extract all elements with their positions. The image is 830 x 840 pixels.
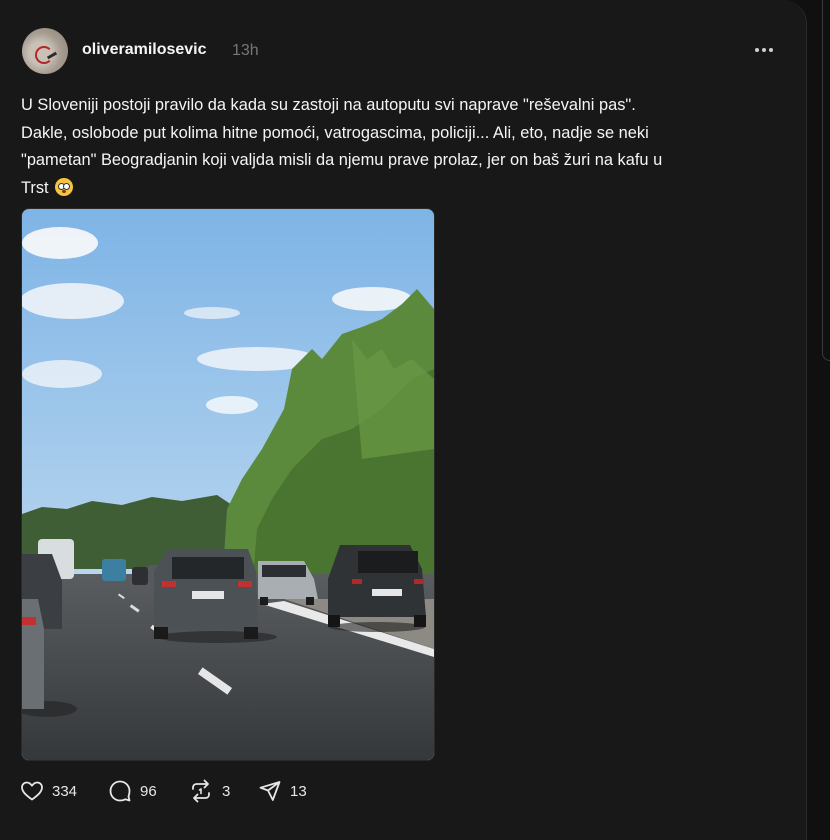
- repost-button[interactable]: 3: [188, 778, 230, 804]
- heart-icon: [21, 781, 43, 801]
- repost-count: 3: [222, 782, 231, 800]
- post-username[interactable]: oliveramilosevic: [82, 41, 207, 59]
- share-button[interactable]: 13: [258, 778, 307, 804]
- repost-icon: [192, 779, 210, 803]
- post-text-line-last: Trst: [21, 175, 781, 203]
- highway-photo: [22, 209, 434, 760]
- reply-count: 96: [140, 782, 157, 800]
- reply-button[interactable]: 96: [108, 778, 157, 804]
- post-text-line: U Sloveniji postoji pravilo da kada su z…: [21, 96, 636, 114]
- more-icon[interactable]: [748, 36, 780, 64]
- share-count: 13: [290, 782, 307, 800]
- post-photo[interactable]: [21, 208, 435, 761]
- like-button[interactable]: 334: [20, 778, 77, 804]
- post-card: oliveramilosevic 13h U Sloveniji postoji…: [0, 0, 807, 840]
- post-time[interactable]: 13h: [232, 42, 259, 60]
- share-icon: [259, 781, 281, 801]
- post-text-line: Trst: [21, 178, 49, 197]
- side-panel-edge: [822, 0, 830, 361]
- post-text-line: Dakle, oslobode put kolima hitne pomoći,…: [21, 123, 649, 142]
- like-count: 334: [52, 782, 78, 800]
- rolling-eyes-emoji-icon: [54, 177, 73, 196]
- comment-icon: [109, 780, 131, 802]
- avatar[interactable]: [22, 28, 68, 74]
- post-text-line: "pametan" Beogradjanin koji valjda misli…: [21, 151, 663, 169]
- post-text: U Sloveniji postoji pravilo da kada su z…: [21, 92, 781, 202]
